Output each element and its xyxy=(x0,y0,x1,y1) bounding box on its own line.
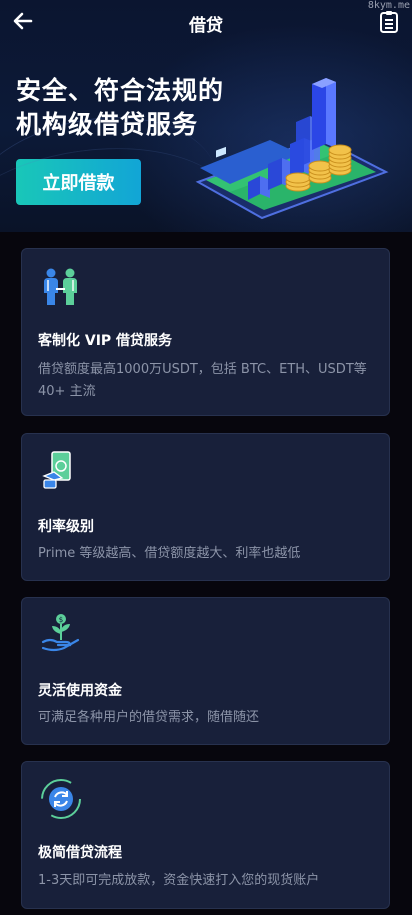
cash-hand-icon xyxy=(42,451,71,489)
top-nav-bar: 借贷 xyxy=(0,0,412,44)
page-title: 借贷 xyxy=(189,16,223,36)
feature-title: 灵活使用资金 xyxy=(38,683,122,699)
people-icon xyxy=(44,268,77,305)
hero-banner: 借贷 安全、符合法规的 机构级借贷服务 立即借款 xyxy=(0,0,412,232)
sprout-hand-icon: $ xyxy=(41,614,80,652)
feature-card-process: 极简借贷流程 1-3天即可完成放款，资金快速打入您的现货账户 xyxy=(21,761,390,909)
feature-title: 利率级别 xyxy=(38,519,94,535)
svg-text:$: $ xyxy=(59,616,63,624)
hero-headline-line2: 机构级借贷服务 xyxy=(16,110,199,139)
hero-headline-line1: 安全、符合法规的 xyxy=(16,76,225,105)
feature-description: 借贷额度最高1000万USDT，包括 BTC、ETH、USDT等40+ 主流 xyxy=(38,362,367,399)
feature-card-flexible: $ 灵活使用资金 可满足各种用户的借贷需求，随借随还 xyxy=(21,597,390,745)
refresh-cycle-icon xyxy=(41,779,81,819)
feature-description: 可满足各种用户的借贷需求，随借随还 xyxy=(38,710,260,725)
feature-description: Prime 等级越高、借贷额度越大、利率也越低 xyxy=(38,546,301,561)
feature-title: 客制化 VIP 借贷服务 xyxy=(38,333,173,349)
document-list-icon[interactable] xyxy=(378,10,400,34)
borrow-now-button[interactable]: 立即借款 xyxy=(16,159,141,205)
feature-card-interest: 利率级别 Prime 等级越高、借贷额度越大、利率也越低 xyxy=(21,433,390,581)
feature-title: 极简借贷流程 xyxy=(38,845,122,861)
hero-headline: 安全、符合法规的 机构级借贷服务 xyxy=(16,74,224,142)
feature-description: 1-3天即可完成放款，资金快速打入您的现货账户 xyxy=(38,873,320,888)
watermark: 8kym.me xyxy=(367,0,410,11)
feature-card-vip: 客制化 VIP 借贷服务 借贷额度最高1000万USDT，包括 BTC、ETH、… xyxy=(21,248,390,416)
